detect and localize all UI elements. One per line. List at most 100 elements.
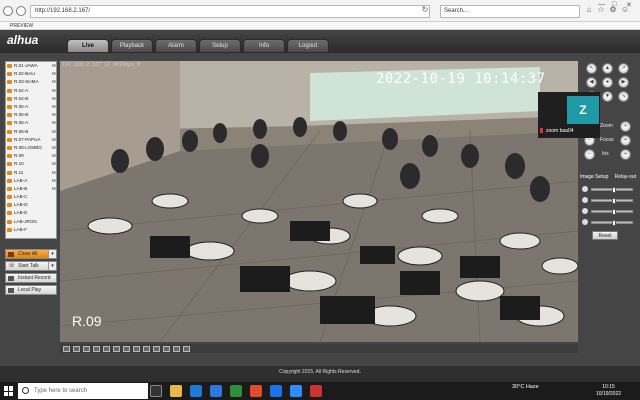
refresh-icon[interactable]: ↻ xyxy=(420,4,430,16)
channel-item[interactable]: R.06-A M xyxy=(6,119,56,127)
brightness-slider[interactable] xyxy=(582,186,634,193)
stream-type-label[interactable]: M xyxy=(52,152,56,160)
layout-9-icon[interactable] xyxy=(103,345,110,352)
channel-item[interactable]: R.10 M xyxy=(6,160,56,168)
ptz-down-icon[interactable]: ▼ xyxy=(602,91,613,102)
chrome-icon[interactable] xyxy=(250,385,262,397)
ptz-center-icon[interactable]: ● xyxy=(602,77,613,88)
channel-item[interactable]: R.05-A M xyxy=(6,103,56,111)
stream-type-label[interactable]: M xyxy=(52,70,56,78)
channel-item[interactable]: R.01-JAWA M xyxy=(6,62,56,70)
minimize-button[interactable]: — xyxy=(598,1,605,8)
slider-knob[interactable] xyxy=(611,220,616,226)
ptz-left-icon[interactable]: ◀ xyxy=(586,77,597,88)
stream-type-label[interactable]: M xyxy=(52,119,56,127)
taskbar-clock[interactable]: 10:15 10/19/2022 xyxy=(596,384,621,398)
ptz-up-left-icon[interactable]: ↖ xyxy=(586,63,597,74)
channel-item[interactable]: R.04-A M xyxy=(6,87,56,95)
instant-record-button[interactable]: Instant Record xyxy=(5,273,57,283)
slider-knob[interactable] xyxy=(611,198,616,204)
weather-text[interactable]: 30°C Haze xyxy=(512,384,539,390)
channel-item[interactable]: R.09 M xyxy=(6,152,56,160)
edge-icon[interactable] xyxy=(190,385,202,397)
zoom-in-ptz-icon[interactable]: + xyxy=(620,121,631,132)
back-icon[interactable] xyxy=(3,6,13,16)
tab-logout[interactable]: Logout xyxy=(287,39,329,52)
channel-item[interactable]: R.07-PAPUA M xyxy=(6,136,56,144)
tab-info[interactable]: Info xyxy=(243,39,285,52)
chevron-down-icon[interactable]: ▾ xyxy=(48,262,56,270)
channel-list[interactable]: R.01-JAWA M R.02-BALI M R.03-SUMA M R.04-A M R.0… xyxy=(5,61,57,239)
stream-type-label[interactable]: M xyxy=(52,111,56,119)
stream-type-label[interactable]: M xyxy=(52,177,56,185)
stream-type-label[interactable]: M xyxy=(52,87,56,95)
browser-search-input[interactable]: Search... xyxy=(440,5,580,18)
stream-type-label[interactable]: M xyxy=(52,144,56,152)
ptz-right-icon[interactable]: ▶ xyxy=(618,77,629,88)
zoom-app-icon[interactable] xyxy=(290,385,302,397)
fullscreen-icon[interactable] xyxy=(83,345,90,352)
slider-knob[interactable] xyxy=(611,187,616,193)
camera-video-feed[interactable]: 192.168.2.167_12_0699bps_M 2022-10-19 10… xyxy=(60,61,578,342)
layout-36-icon[interactable] xyxy=(183,345,190,352)
stretch-icon[interactable] xyxy=(93,345,100,352)
stream-type-label[interactable]: M xyxy=(52,169,56,177)
channel-item[interactable]: R.11 M xyxy=(6,168,56,176)
stream-type-label[interactable]: M xyxy=(52,62,56,70)
channel-item[interactable]: R.06-B M xyxy=(6,128,56,136)
channel-item[interactable]: LAB-C xyxy=(6,193,56,201)
app-icon[interactable] xyxy=(310,385,322,397)
layout-16-icon[interactable] xyxy=(113,345,120,352)
windows-start-icon[interactable] xyxy=(4,386,14,396)
audio-icon[interactable] xyxy=(153,345,160,352)
channel-item[interactable]: LAB-B M xyxy=(6,185,56,193)
address-bar[interactable]: http://192.168.2.167/ xyxy=(30,5,430,18)
channel-item[interactable]: R.08-LOMBO M xyxy=(6,144,56,152)
task-view-icon[interactable] xyxy=(150,385,162,397)
saturation-slider[interactable] xyxy=(582,208,634,215)
ptz-down-right-icon[interactable]: ↘ xyxy=(618,91,629,102)
file-explorer-icon[interactable] xyxy=(170,385,182,397)
local-play-button[interactable]: Local Play xyxy=(5,285,57,295)
iris-open-icon[interactable]: + xyxy=(620,149,631,160)
relay-out-title[interactable]: Relay-out xyxy=(615,174,636,180)
layout-1-icon[interactable] xyxy=(63,345,70,352)
channel-item[interactable]: R.03-SUMA M xyxy=(6,78,56,86)
snapshot-icon[interactable] xyxy=(133,345,140,352)
layout-4-icon[interactable] xyxy=(73,345,80,352)
ie-icon[interactable] xyxy=(270,385,282,397)
home-icon[interactable]: ⌂ xyxy=(584,4,594,16)
channel-item[interactable]: R.05-B M xyxy=(6,111,56,119)
reset-button[interactable]: Reset xyxy=(592,231,618,240)
ptz-up-icon[interactable]: ▲ xyxy=(602,63,613,74)
tab-setup[interactable]: Setup xyxy=(199,39,241,52)
forward-icon[interactable] xyxy=(16,6,26,16)
stream-type-label[interactable]: M xyxy=(52,160,56,168)
channel-item[interactable]: LAB-JRGN xyxy=(6,218,56,226)
word-icon[interactable] xyxy=(210,385,222,397)
stream-type-label[interactable]: M xyxy=(52,128,56,136)
channel-item[interactable]: LAB-F xyxy=(6,226,56,234)
layout-custom-icon[interactable] xyxy=(173,345,180,352)
layout-25-icon[interactable] xyxy=(123,345,130,352)
contrast-slider[interactable] xyxy=(582,197,634,204)
maximize-button[interactable]: □ xyxy=(612,1,616,8)
stream-type-label[interactable]: M xyxy=(52,136,56,144)
close-window-button[interactable]: ✕ xyxy=(626,1,632,9)
start-talk-button[interactable]: ☏ Start Talk ▾ xyxy=(5,261,57,271)
focus-far-icon[interactable]: + xyxy=(620,135,631,146)
channel-item[interactable]: R.02-BALI M xyxy=(6,70,56,78)
channel-item[interactable]: LAB-D xyxy=(6,201,56,209)
channel-item[interactable]: LAB-E xyxy=(6,209,56,217)
hue-slider[interactable] xyxy=(582,219,634,226)
stream-type-label[interactable]: M xyxy=(52,78,56,86)
tab-playback[interactable]: Playback xyxy=(111,39,153,52)
close-all-button[interactable]: Close All ▾ xyxy=(5,249,57,259)
record-toggle-icon[interactable] xyxy=(143,345,150,352)
chevron-down-icon[interactable]: ▾ xyxy=(48,250,56,258)
tab-alarm[interactable]: Alarm xyxy=(155,39,197,52)
ptz-up-right-icon[interactable]: ↗ xyxy=(618,63,629,74)
excel-icon[interactable] xyxy=(230,385,242,397)
slider-knob[interactable] xyxy=(611,209,616,215)
browser-tab[interactable]: PREVIEW xyxy=(10,22,33,30)
